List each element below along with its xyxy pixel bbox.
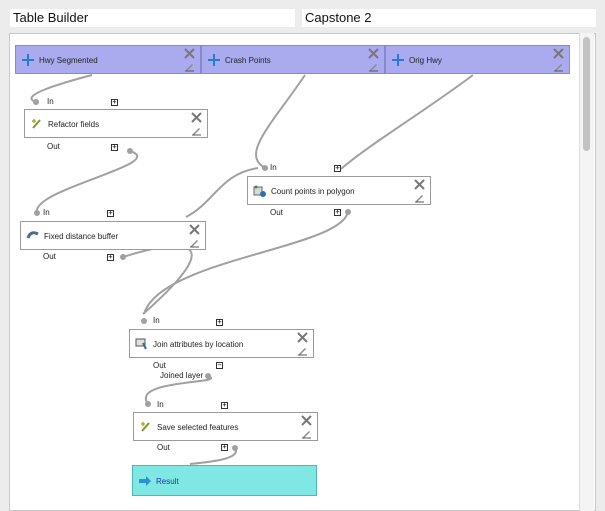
delete-icon[interactable]: [368, 48, 379, 59]
expand-toggle[interactable]: +: [111, 144, 118, 151]
port-dot: [127, 148, 133, 154]
port-out: Out: [270, 208, 283, 217]
output-result[interactable]: Result: [132, 465, 317, 496]
edit-pencil-icon[interactable]: [191, 125, 202, 136]
alg-count-points-in-polygon[interactable]: Count points in polygon: [247, 176, 431, 205]
arrow-right-icon: [139, 476, 151, 486]
plus-icon: [22, 54, 34, 66]
scrollbar-thumb[interactable]: [583, 37, 590, 151]
collapse-toggle[interactable]: −: [216, 362, 223, 369]
alg-save-selected-features[interactable]: Save selected features: [133, 412, 318, 441]
join-icon: [135, 338, 147, 350]
port-dot: [120, 254, 126, 260]
expand-toggle[interactable]: +: [111, 99, 118, 106]
edit-pencil-icon[interactable]: [414, 192, 425, 203]
alg-refactor-fields[interactable]: Refactor fields: [24, 109, 208, 138]
wire-join-to-save: [144, 375, 213, 405]
wire-orig-to-count: [340, 74, 474, 170]
wire-hwy-to-refactor: [30, 74, 93, 103]
delete-icon[interactable]: [191, 112, 202, 123]
model-canvas[interactable]: Hwy Segmented Crash Points Orig Hwy In +…: [9, 33, 596, 511]
plus-icon: [392, 54, 404, 66]
port-dot: [141, 318, 147, 324]
edit-pencil-icon[interactable]: [553, 61, 564, 72]
port-in: In: [43, 208, 50, 217]
port-dot: [345, 209, 351, 215]
alg-label: Save selected features: [157, 423, 239, 432]
port-joined-layer: Joined layer: [160, 371, 204, 380]
edit-pencil-icon[interactable]: [368, 61, 379, 72]
delete-icon[interactable]: [184, 48, 195, 59]
port-dot: [145, 401, 151, 407]
edit-pencil-icon[interactable]: [301, 428, 312, 439]
expand-toggle[interactable]: +: [216, 319, 223, 326]
group-name-field[interactable]: Capstone 2: [302, 9, 596, 27]
expand-toggle[interactable]: +: [334, 209, 341, 216]
port-in: In: [270, 163, 277, 172]
buffer-icon: [26, 231, 39, 239]
input-crash-points[interactable]: Crash Points: [201, 45, 385, 74]
expand-toggle[interactable]: +: [334, 165, 341, 172]
save-selected-icon: [141, 422, 150, 432]
alg-fixed-distance-buffer[interactable]: Fixed distance buffer: [20, 221, 206, 250]
edit-pencil-icon[interactable]: [189, 237, 200, 248]
input-label: Crash Points: [225, 56, 271, 65]
port-in: In: [157, 400, 164, 409]
port-dot: [34, 210, 40, 216]
model-name-field[interactable]: Table Builder: [10, 9, 295, 27]
input-label: Hwy Segmented: [39, 56, 98, 65]
port-dot: [205, 373, 211, 379]
delete-icon[interactable]: [297, 332, 308, 343]
expand-toggle[interactable]: +: [221, 444, 228, 451]
port-out: Out: [153, 361, 166, 370]
port-dot: [33, 99, 39, 105]
port-out: Out: [47, 142, 60, 151]
alg-label: Count points in polygon: [271, 187, 355, 196]
port-dot: [262, 165, 268, 171]
delete-icon[interactable]: [189, 224, 200, 235]
alg-label: Refactor fields: [48, 120, 100, 129]
edit-pencil-icon[interactable]: [184, 61, 195, 72]
refactor-icon: [32, 119, 41, 129]
wire-refactor-to-buffer: [35, 150, 139, 214]
expand-toggle[interactable]: +: [107, 210, 114, 217]
vertical-scrollbar[interactable]: [579, 33, 594, 511]
delete-icon[interactable]: [301, 415, 312, 426]
expand-toggle[interactable]: +: [221, 402, 228, 409]
port-out: Out: [43, 252, 56, 261]
edit-pencil-icon[interactable]: [297, 345, 308, 356]
input-orig-hwy[interactable]: Orig Hwy: [385, 45, 570, 74]
port-in: In: [47, 97, 54, 106]
port-out: Out: [157, 443, 170, 452]
count-points-icon: [253, 185, 266, 197]
delete-icon[interactable]: [553, 48, 564, 59]
expand-toggle[interactable]: +: [107, 254, 114, 261]
wire-save-to-result: [189, 447, 237, 465]
port-in: In: [153, 316, 160, 325]
wire-crash-to-count: [255, 74, 306, 169]
alg-label: Join attributes by location: [153, 340, 244, 349]
alg-label: Fixed distance buffer: [44, 232, 119, 241]
delete-icon[interactable]: [414, 179, 425, 190]
input-label: Orig Hwy: [409, 56, 442, 65]
plus-icon: [208, 54, 220, 66]
output-label: Result: [156, 477, 179, 486]
port-dot: [232, 445, 238, 451]
input-hwy-segmented[interactable]: Hwy Segmented: [15, 45, 201, 74]
alg-join-attributes-by-location[interactable]: Join attributes by location: [129, 329, 314, 358]
